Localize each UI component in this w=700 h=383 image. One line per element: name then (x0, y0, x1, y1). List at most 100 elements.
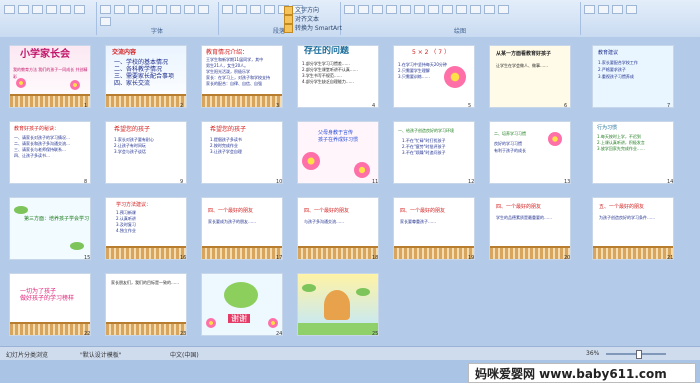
zoom-slider-handle[interactable] (636, 350, 642, 359)
slide-body: 1.家长对孩子要有耐心 2.让孩子有时间玩 3.学会与孩子谈话 (114, 137, 154, 154)
ribbon-group-editing (580, 2, 700, 35)
slide-sorter[interactable]: 小学家长会 我的教育方法 我们的孩子一同成长 共创精彩 1 交流内容 一、学校的… (0, 37, 700, 383)
slide-number: 9 (180, 179, 184, 185)
slide-body: 1.提倡孩子多读书 2.按时完成作业 3.让孩子学会自理 (210, 137, 242, 154)
slide-title: 存在的问题 (304, 46, 350, 56)
ribbon-group-paragraph: 段落 文字方向 对齐文本 转换为 SmartArt (218, 2, 342, 35)
slide-number: 6 (564, 103, 568, 109)
slide-thumbnail-12[interactable]: 一、给孩子创造良好的学习环境 1.不在"忙碌"时打扰孩子 2.不在"疲劳"时批评… (393, 121, 475, 184)
slide-thumbnail-2[interactable]: 交流内容 一、学校的基本情况 二、各科教学情况 三、需要家长配合事项 四、家长交… (105, 45, 187, 108)
slide-number: 18 (372, 255, 379, 261)
slide-thumbnail-11[interactable]: 父母身教于言传 孩子在养成好习惯 (297, 121, 379, 184)
slide-thumbnail-22[interactable]: 一切为了孩子 做好孩子的学习榜样 (9, 273, 91, 336)
slide-body: 一、学校的基本情况 二、各科教学情况 三、需要家长配合事项 四、家长交流 (114, 59, 175, 87)
slide-thumbnail-6[interactable]: 从某一方面看教育好孩子 让学生在学会做人、做事…… (489, 45, 571, 108)
watermark: 妈咪爱婴网 www.baby611.com (468, 363, 696, 383)
slide-thumbnail-15[interactable]: 第三方面：培养孩子学会学习 (9, 197, 91, 260)
slide-title: 一、给孩子创造良好的学习环境 (398, 128, 454, 133)
slide-thumbnail-16[interactable]: 学习方法建议： 1.预习新课 2.认真听讲 3.及时复习 4.独立作业 (105, 197, 187, 260)
slide-number: 23 (180, 331, 187, 337)
slide-body: 家长要尊重孩子…… (400, 219, 436, 224)
slide-title: 行为习惯 (597, 125, 618, 131)
slide-body: 1.预习新课 2.认真听讲 3.及时复习 4.独立作业 (116, 210, 136, 233)
slide-thumbnail-18[interactable]: 四、一个最好的朋友 与孩子多沟通交流…… (297, 197, 379, 260)
slide-body: 1.每天按时上学，不迟到 2.上课认真听讲，积极发言 3.放学回家先完成作业…… (597, 134, 645, 151)
slide-number: 7 (667, 103, 671, 109)
slide-title: 教育建议 (598, 50, 619, 56)
drawing-group-label: 绘图 (453, 28, 466, 35)
slide-title: 教育情况介绍： (206, 49, 249, 56)
slide-thumbnail-19[interactable]: 四、一个最好的朋友 家长要尊重孩子…… (393, 197, 475, 260)
slide-title: 四、一个最好的朋友 (400, 208, 446, 214)
font-group-label: 字体 (150, 28, 163, 35)
slide-thumbnail-1[interactable]: 小学家长会 我的教育方法 我们的孩子一同成长 共创精彩 (9, 45, 91, 108)
ribbon-group-drawing: 绘图 (340, 2, 581, 35)
slide-number: 15 (84, 255, 91, 261)
slide-title: 二、培养学习习惯 (494, 131, 526, 136)
slide-title: 5 × 2 （ 7 ） (412, 49, 451, 56)
slide-body: 家长要成为孩子的朋友…… (208, 219, 256, 224)
slide-number: 17 (276, 255, 283, 261)
slide-number: 21 (667, 255, 674, 261)
convert-smartart-button[interactable]: 转换为 SmartArt (284, 23, 342, 33)
slide-number: 14 (667, 179, 674, 185)
slide-number: 10 (276, 179, 283, 185)
slide-thumbnail-9[interactable]: 希望您的孩子 1.家长对孩子要有耐心 2.让孩子有时间玩 3.学会与孩子谈话 (105, 121, 187, 184)
slide-thumbnail-23[interactable]: 家长朋友们，我们的目标是一致的…… (105, 273, 187, 336)
slide-title: 教育好孩子的秘诀： (14, 126, 60, 132)
slide-thumbnail-21[interactable]: 五、一个最好的朋友 为孩子创造良好的学习条件…… (592, 197, 674, 260)
slide-number: 5 (468, 103, 472, 109)
slide-thumbnail-7[interactable]: 教育建议 1.家长要配合学校工作 2.严格要求孩子 3.重视孩子习惯养成 (592, 45, 674, 108)
slide-number: 4 (372, 103, 376, 109)
slide-thumbnail-5[interactable]: 5 × 2 （ 7 ） 1.在学习中坚持每天20分钟 2.只需要学生理解 3.只… (393, 45, 475, 108)
slide-title: 从某一方面看教育好孩子 (496, 51, 552, 57)
slide-title: 小学家长会 (20, 49, 70, 60)
slide-thumbnail-17[interactable]: 四、一个最好的朋友 家长要成为孩子的朋友…… (201, 197, 283, 260)
zoom-level: 36% (586, 350, 600, 357)
slide-thumbnail-24[interactable]: 谢谢 (201, 273, 283, 336)
slide-title: 希望您的孩子 (114, 126, 151, 133)
slide-thumbnail-25[interactable] (297, 273, 379, 336)
slide-thumbnail-4[interactable]: 存在的问题 1.部分学生学习习惯差…… 2.部分学生课堂听讲不认真…… 3.学生… (297, 45, 379, 108)
language-label: 中文(中国) (170, 352, 199, 359)
slide-subtitle: 我的教育方法 我们的孩子一同成长 共创精彩 (13, 67, 88, 79)
zoom-slider[interactable] (606, 350, 666, 359)
slide-number: 19 (468, 255, 475, 261)
slide-body: 家长朋友们，我们的目标是一致的…… (111, 280, 179, 285)
slide-number: 16 (180, 255, 187, 261)
slide-number: 12 (468, 179, 475, 185)
slide-title: 父母身教于言传 孩子在养成好习惯 (318, 130, 359, 143)
slide-title: 学习方法建议： (116, 202, 152, 208)
slide-body: 让学生在学会做人、做事…… (496, 63, 548, 68)
slide-title: 第三方面：培养孩子学会学习 (24, 216, 90, 222)
slide-body: 与孩子多沟通交流…… (304, 219, 344, 224)
ribbon-group-font: 字体 (96, 2, 219, 35)
slide-body: 1.不在"忙碌"时打扰孩子 2.不在"疲劳"时批评孩子 3.不在"烦躁"时追问孩… (402, 138, 446, 155)
slide-number: 22 (84, 331, 91, 337)
smartart-icon (284, 24, 293, 33)
slide-title: 希望您的孩子 (210, 126, 247, 133)
slide-number: 2 (180, 103, 184, 109)
slide-body: 1.家长要配合学校工作 2.严格要求孩子 3.重视孩子习惯养成 (598, 60, 638, 79)
view-label: 幻灯片分类浏览 (6, 352, 49, 359)
theme-label: "默认设计模板" (80, 352, 122, 359)
slide-body: 一、请家长对孩子的学习情况… 二、请家长和孩子多沟通交流… 三、请家长与老师保持… (14, 135, 70, 158)
slide-number: 25 (372, 331, 379, 337)
slide-thumbnail-14[interactable]: 行为习惯 1.每天按时上学，不迟到 2.上课认真听讲，积极发言 3.放学回家先完… (592, 121, 674, 184)
slide-thumbnail-13[interactable]: 二、培养学习习惯 良好的学习习惯 有利于孩子的成长 (489, 121, 571, 184)
slide-thumbnail-8[interactable]: 教育好孩子的秘诀： 一、请家长对孩子的学习情况… 二、请家长和孩子多沟通交流… … (9, 121, 91, 184)
slide-title: 一切为了孩子 做好孩子的学习榜样 (20, 288, 75, 302)
slide-title: 交流内容 (112, 49, 137, 56)
slide-thumbnail-20[interactable]: 四、一个最好的朋友 学生的品德素质是最重要的…… (489, 197, 571, 260)
slide-number: 11 (372, 179, 379, 185)
slide-thumbnail-3[interactable]: 教育情况介绍： 王学生和新学期11届同学，其中 男生21人，女生20人。 学生阳… (201, 45, 283, 108)
slide-body: 1.在学习中坚持每天20分钟 2.只需要学生理解 3.只需要训练…… (398, 62, 447, 79)
status-bar: 幻灯片分类浏览 "默认设计模板" 中文(中国) 36% (0, 346, 700, 360)
slide-title: 谢谢 (228, 314, 250, 323)
slide-thumbnail-10[interactable]: 希望您的孩子 1.提倡孩子多读书 2.按时完成作业 3.让孩子学会自理 (201, 121, 283, 184)
slide-number: 13 (564, 179, 571, 185)
slide-title: 四、一个最好的朋友 (496, 204, 542, 210)
slide-number: 3 (276, 103, 280, 109)
slide-title: 五、一个最好的朋友 (599, 204, 645, 210)
slide-number: 24 (276, 331, 283, 337)
